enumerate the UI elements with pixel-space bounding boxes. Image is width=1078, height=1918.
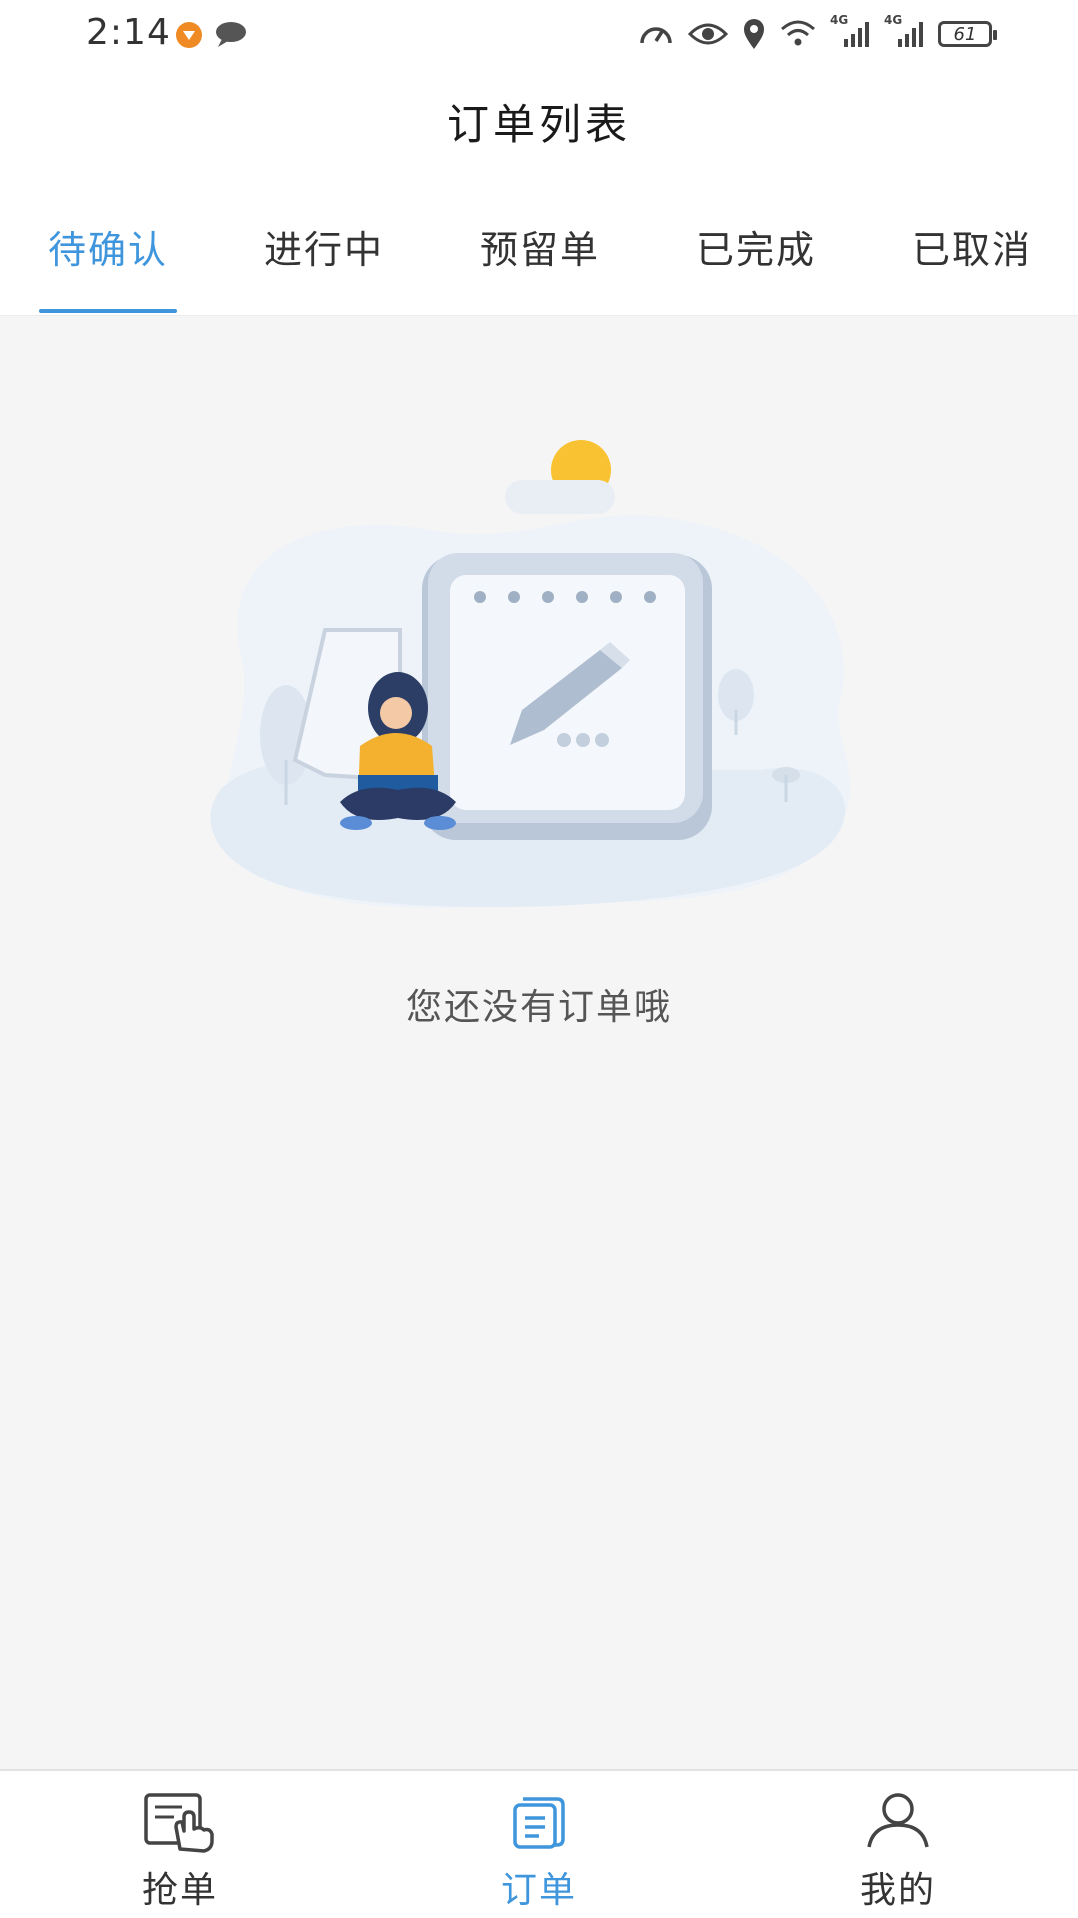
wifi-icon bbox=[780, 19, 816, 49]
battery-icon: 61 bbox=[938, 21, 997, 47]
speedometer-icon bbox=[638, 19, 674, 49]
message-bubble-icon bbox=[214, 20, 248, 52]
tab-reserved[interactable]: 预留单 bbox=[432, 176, 648, 316]
tab-in-progress[interactable]: 进行中 bbox=[216, 176, 432, 316]
status-icons: 4G 4G 61 bbox=[638, 13, 997, 52]
nav-label: 抢单 bbox=[141, 1870, 218, 1911]
signal-icon: 4G bbox=[830, 13, 870, 49]
empty-state-message: 您还没有订单哦 bbox=[405, 987, 672, 1028]
app-screen: 2:14 4G 4G 61 订单列表 待确认 进行中 预留单 已完成 已取消 您… bbox=[0, 0, 1078, 1918]
bottom-navigation: 抢单 订单 我的 bbox=[0, 1769, 1078, 1918]
battery-level: 61 bbox=[953, 23, 977, 45]
page-title: 订单列表 bbox=[446, 99, 631, 149]
order-status-tabs: 待确认 进行中 预留单 已完成 已取消 bbox=[0, 176, 1078, 316]
header: 订单列表 bbox=[0, 66, 1078, 176]
user-profile-icon bbox=[865, 1791, 931, 1855]
eye-icon bbox=[688, 20, 728, 48]
signal-icon: 4G bbox=[884, 13, 924, 49]
network-type-label: 4G bbox=[884, 13, 903, 27]
grab-order-hand-icon bbox=[142, 1791, 218, 1857]
order-list-icon bbox=[509, 1791, 569, 1855]
status-time: 2:14 bbox=[86, 12, 171, 53]
nav-profile[interactable]: 我的 bbox=[778, 1771, 1018, 1918]
nav-label: 订单 bbox=[500, 1870, 577, 1911]
tab-pending-confirm[interactable]: 待确认 bbox=[0, 176, 216, 316]
network-type-label: 4G bbox=[830, 13, 849, 27]
nav-grab-order[interactable]: 抢单 bbox=[60, 1771, 300, 1918]
active-tab-indicator bbox=[39, 309, 177, 313]
tab-completed[interactable]: 已完成 bbox=[648, 176, 864, 316]
location-pin-icon bbox=[742, 18, 766, 50]
status-bar: 2:14 4G 4G 61 bbox=[0, 0, 1078, 66]
nav-label: 我的 bbox=[859, 1870, 936, 1911]
notification-badge-icon bbox=[174, 20, 204, 54]
nav-orders[interactable]: 订单 bbox=[419, 1771, 659, 1918]
tab-cancelled[interactable]: 已取消 bbox=[864, 176, 1078, 316]
empty-orders-illustration bbox=[210, 440, 851, 908]
